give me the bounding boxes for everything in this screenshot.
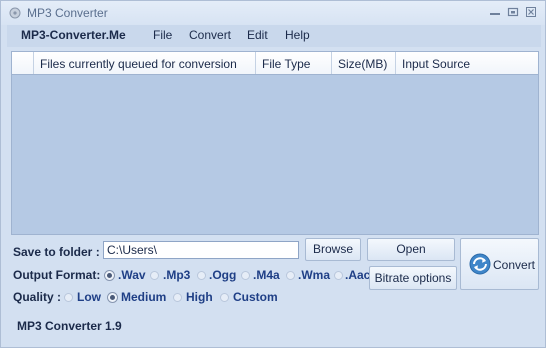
app-icon xyxy=(9,7,21,19)
column-header-size[interactable]: Size(MB) xyxy=(332,52,396,74)
menu-file[interactable]: File xyxy=(153,28,172,42)
option-format-ogg[interactable]: .Ogg xyxy=(209,268,236,282)
option-format-mp3[interactable]: .Mp3 xyxy=(163,268,190,282)
option-format-aac[interactable]: .Aac xyxy=(345,268,370,282)
convert-icon xyxy=(469,253,491,275)
minimize-icon[interactable] xyxy=(487,5,503,19)
open-button[interactable]: Open xyxy=(367,238,455,261)
option-quality-custom[interactable]: Custom xyxy=(233,290,278,304)
close-icon[interactable] xyxy=(523,5,539,19)
option-quality-low[interactable]: Low xyxy=(77,290,101,304)
menu-bar: MP3-Converter.Me File Convert Edit Help xyxy=(7,25,541,47)
radio-format-m4a[interactable] xyxy=(241,271,250,280)
convert-label: Convert xyxy=(493,258,536,272)
save-folder-input[interactable] xyxy=(103,241,299,259)
radio-format-aac[interactable] xyxy=(334,271,343,280)
radio-quality-medium[interactable] xyxy=(108,293,117,302)
maximize-icon[interactable] xyxy=(505,5,521,19)
option-format-wma[interactable]: .Wma xyxy=(298,268,330,282)
radio-format-wav[interactable] xyxy=(105,271,114,280)
quality-label: Quality : xyxy=(13,290,62,304)
save-folder-label: Save to folder : xyxy=(13,245,100,259)
brand-label: MP3-Converter.Me xyxy=(21,28,126,42)
browse-button[interactable]: Browse xyxy=(305,238,361,261)
radio-format-mp3[interactable] xyxy=(150,271,159,280)
option-format-m4a[interactable]: .M4a xyxy=(253,268,280,282)
title-bar[interactable]: MP3 Converter xyxy=(1,1,545,25)
radio-format-ogg[interactable] xyxy=(197,271,206,280)
bitrate-options-button[interactable]: Bitrate options xyxy=(369,266,457,290)
menu-edit[interactable]: Edit xyxy=(247,28,268,42)
version-label: MP3 Converter 1.9 xyxy=(17,319,122,333)
option-format-wav[interactable]: .Wav xyxy=(118,268,146,282)
radio-format-wma[interactable] xyxy=(286,271,295,280)
option-quality-high[interactable]: High xyxy=(186,290,213,304)
grid-header: Files currently queued for conversion Fi… xyxy=(12,52,538,75)
column-header-input-source[interactable]: Input Source xyxy=(396,52,538,74)
convert-button[interactable]: Convert xyxy=(460,238,539,290)
window-title: MP3 Converter xyxy=(27,6,108,20)
radio-quality-low[interactable] xyxy=(64,293,73,302)
output-format-label: Output Format: xyxy=(13,268,101,282)
column-header-files[interactable]: Files currently queued for conversion xyxy=(34,52,256,74)
option-quality-medium[interactable]: Medium xyxy=(121,290,166,304)
conversion-queue-grid[interactable]: Files currently queued for conversion Fi… xyxy=(11,51,539,235)
row-selector-header[interactable] xyxy=(12,52,34,74)
menu-help[interactable]: Help xyxy=(285,28,310,42)
menu-convert[interactable]: Convert xyxy=(189,28,231,42)
radio-quality-high[interactable] xyxy=(173,293,182,302)
radio-quality-custom[interactable] xyxy=(220,293,229,302)
main-window: MP3 Converter MP3-Converter.Me File Conv… xyxy=(0,0,546,348)
column-header-file-type[interactable]: File Type xyxy=(256,52,332,74)
